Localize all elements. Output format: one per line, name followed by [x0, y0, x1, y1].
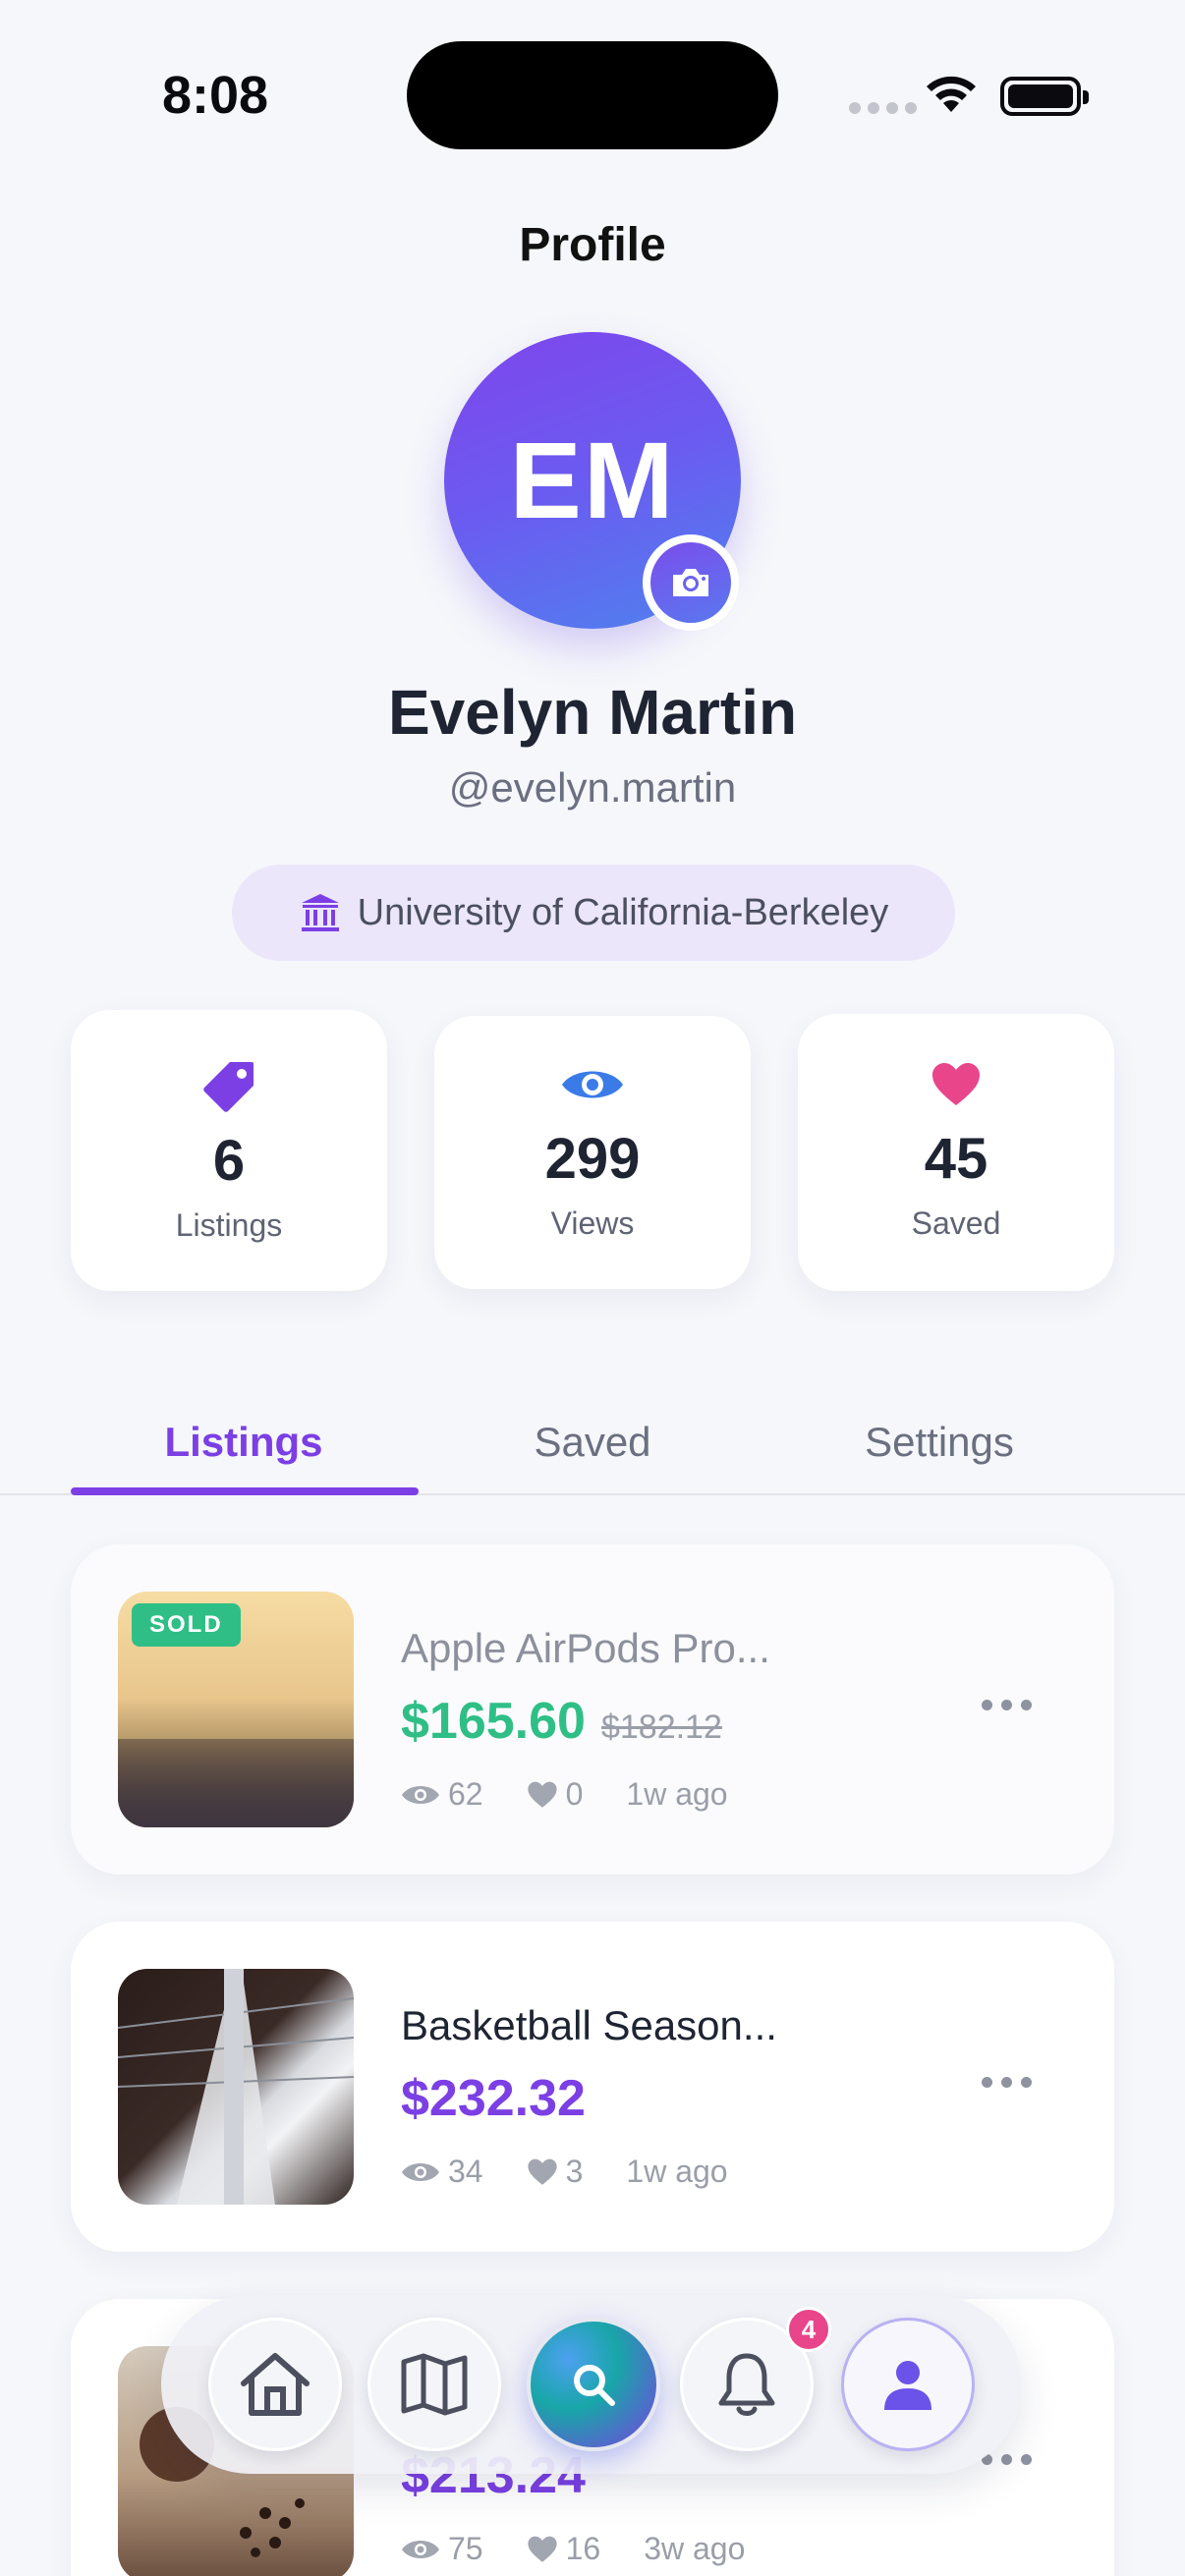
listing-price: $232.32	[401, 2070, 586, 2127]
eye-icon	[402, 1785, 439, 1804]
listing-age: 3w ago	[644, 2531, 746, 2566]
heart-icon	[527, 2536, 557, 2562]
eye-icon	[402, 2162, 439, 2181]
eye-icon	[562, 1071, 623, 1098]
view-count: 62	[448, 1776, 483, 1812]
tab-saved[interactable]: Saved	[420, 1419, 765, 1466]
listing-thumbnail	[118, 1969, 354, 2205]
stat-value: 6	[212, 1129, 246, 1193]
heart-icon	[527, 2158, 557, 2185]
listing-title: Basketball Season...	[401, 2002, 777, 2048]
view-count: 75	[448, 2531, 483, 2566]
school-name: University of California-Berkeley	[357, 891, 889, 933]
wifi-icon	[927, 76, 976, 112]
heart-icon	[527, 1781, 557, 1808]
listing-original-price: $182.12	[600, 1708, 722, 1746]
listing-card[interactable]: Basketball Season... $232.32 34 3 1w ago	[71, 1922, 1114, 2252]
like-count: 0	[565, 1776, 584, 1812]
stat-value: 299	[544, 1127, 641, 1191]
school-badge: University of California-Berkeley	[232, 865, 955, 961]
cellular-signal-icon	[849, 102, 917, 114]
tag-icon	[203, 1062, 254, 1112]
active-tab-indicator	[71, 1487, 419, 1495]
dynamic-island	[407, 41, 778, 149]
status-bar: 8:08	[0, 0, 1185, 187]
home-icon	[241, 2353, 310, 2416]
stat-label: Views	[550, 1205, 635, 1241]
listing-thumbnail: SOLD	[118, 1592, 354, 1827]
search-icon	[574, 2365, 615, 2406]
listing-age: 1w ago	[626, 2154, 728, 2189]
user-name: Evelyn Martin	[387, 677, 798, 748]
status-time: 8:08	[162, 66, 269, 125]
nav-map-button[interactable]	[367, 2318, 501, 2451]
notification-count-badge: 4	[786, 2307, 831, 2352]
listing-title: Apple AirPods Pro...	[401, 1625, 770, 1671]
avatar-initials: EM	[509, 420, 676, 541]
map-icon	[401, 2353, 468, 2416]
profile-tabs: Listings Saved Settings	[0, 1395, 1185, 1495]
user-icon	[884, 2361, 931, 2410]
user-handle: @evelyn.martin	[448, 764, 737, 811]
camera-icon	[673, 569, 708, 596]
tab-settings[interactable]: Settings	[766, 1419, 1112, 1466]
stat-value: 45	[924, 1127, 988, 1191]
view-count: 34	[448, 2154, 483, 2189]
page-title: Profile	[519, 219, 666, 271]
eye-icon	[402, 2540, 439, 2558]
heart-icon	[932, 1063, 980, 1105]
bottom-navigation: 4	[161, 2295, 1022, 2474]
change-photo-button[interactable]	[643, 534, 739, 631]
university-icon	[301, 894, 339, 931]
battery-icon	[1000, 77, 1089, 116]
bell-icon	[718, 2353, 775, 2416]
stat-card-saved[interactable]: 45 Saved	[798, 1014, 1114, 1291]
stat-label: Saved	[911, 1205, 1001, 1241]
like-count: 3	[565, 2154, 584, 2189]
like-count: 16	[565, 2531, 601, 2566]
listing-price: $165.60	[401, 1693, 586, 1750]
listing-age: 1w ago	[626, 1776, 728, 1812]
stat-card-views[interactable]: 299 Views	[434, 1016, 751, 1289]
sold-badge: SOLD	[132, 1603, 241, 1647]
stat-label: Listings	[175, 1207, 283, 1243]
more-options-button[interactable]	[970, 1688, 1044, 1722]
tab-listings[interactable]: Listings	[71, 1419, 417, 1466]
nav-home-button[interactable]	[208, 2318, 342, 2451]
nav-profile-button[interactable]	[841, 2318, 975, 2451]
listing-card[interactable]: SOLD Apple AirPods Pro... $165.60 $182.1…	[71, 1544, 1114, 1875]
more-options-button[interactable]	[970, 2065, 1044, 2100]
nav-search-button[interactable]	[527, 2318, 660, 2451]
stat-card-listings[interactable]: 6 Listings	[71, 1010, 387, 1291]
